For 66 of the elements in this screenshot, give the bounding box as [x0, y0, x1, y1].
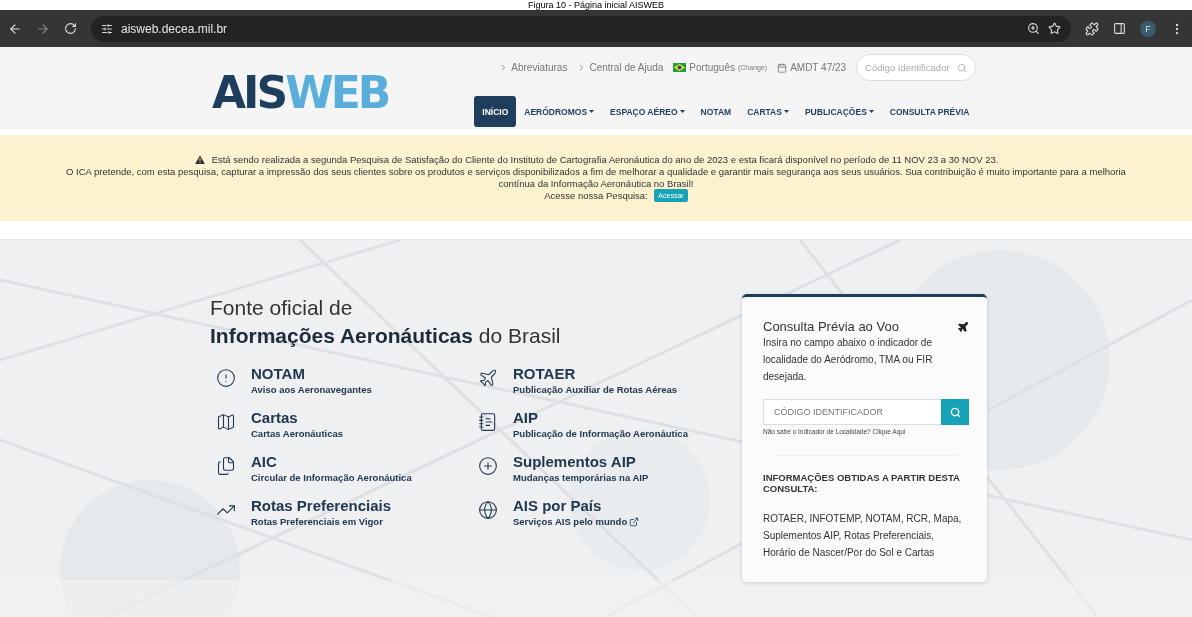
- nav-tab[interactable]: NOTAM: [692, 96, 740, 127]
- service-description: Publicação Auxiliar de Rotas Aéreas: [513, 383, 678, 397]
- site-settings-icon[interactable]: [101, 22, 113, 35]
- service-description: Mudanças temporárias na AIP: [513, 471, 649, 485]
- zoom-icon[interactable]: [1027, 22, 1040, 35]
- service-link[interactable]: ROTAER: [513, 366, 678, 382]
- nav-tab[interactable]: ESPAÇO AÉREO: [602, 96, 693, 127]
- search-button[interactable]: [941, 399, 969, 425]
- nav-tab[interactable]: CARTAS: [739, 96, 797, 127]
- notice-text: O ICA pretende, com esta pesquisa, capturar a impressão dos seus clientes sobre os produtos e serviços disponibilizados a fim de melhorar a qualidade e garantir mais segurança aos seus usuários. Sua contribuição é muito importante para a melhoria contínua da Informação Aeronáutica no Brasil!: [65, 166, 1127, 190]
- nav-tab[interactable]: INÍCIO: [474, 96, 517, 127]
- service-description: Publicação de Informação Aeronáutica: [513, 427, 688, 441]
- logo[interactable]: AISWEB: [212, 67, 389, 130]
- caret-icon: [589, 110, 595, 113]
- card-description: Insira no campo abaixo o indicador de localidade do Aeródromo, TMA ou FIR desejada.: [763, 336, 934, 384]
- caret-icon: [868, 110, 874, 113]
- code-input[interactable]: CÓDIGO IDENTIFICADOR: [763, 399, 941, 425]
- service-link[interactable]: NOTAM: [251, 366, 372, 382]
- search-icon: [957, 62, 968, 73]
- hero-title: Informações Aeronáuticas do Brasil: [210, 324, 562, 348]
- map-icon[interactable]: [216, 412, 236, 432]
- reload-icon[interactable]: [64, 22, 77, 35]
- warning-icon: [193, 154, 206, 166]
- service-link[interactable]: Suplementos AIP: [513, 454, 649, 470]
- service-link[interactable]: Rotas Preferenciais: [251, 498, 392, 514]
- plus-circle-icon[interactable]: [478, 456, 498, 476]
- bookmark-star-icon[interactable]: [1048, 22, 1061, 35]
- plane-icon: [957, 320, 969, 333]
- survey-prompt: Acesse nossa Pesquisa:: [544, 190, 648, 202]
- top-link[interactable]: Central de Ajuda: [589, 62, 664, 73]
- notice-text: Está sendo realizada a segunda Pesquisa de Satisfação do Cliente do Instituto de Cartografia Aeronáutica do ano de 2023 e esta ficará disponível no período de 11 NOV 23 a 30 NOV 23.: [211, 154, 999, 166]
- external-link-icon: [629, 517, 640, 527]
- notebook-icon[interactable]: [478, 412, 498, 432]
- documents-icon[interactable]: [216, 456, 236, 476]
- info-text: ROTAER, INFOTEMP, NOTAM, RCR, Mapa, Suplementos AIP, Rotas Preferenciais, Horário de Nascer/Por do Sol e Cartas: [763, 512, 963, 560]
- flag-icon: [673, 63, 687, 72]
- forward-icon[interactable]: [36, 21, 50, 36]
- search-icon: [949, 406, 961, 418]
- card-title: Consulta Prévia ao Voo: [763, 319, 899, 334]
- service-link[interactable]: Cartas: [251, 410, 344, 426]
- service-description: Aviso aos Aeronavegantes: [251, 383, 372, 397]
- exclamation-circle-icon[interactable]: [216, 368, 236, 388]
- nav-tab[interactable]: CONSULTA PRÉVIA: [881, 96, 978, 127]
- globe-icon[interactable]: [478, 500, 498, 520]
- service-link[interactable]: AIP: [513, 410, 688, 426]
- service-link[interactable]: AIC: [251, 454, 412, 470]
- info-heading: INFORMAÇÕES OBTIDAS A PARTIR DESTA CONSULTA:: [763, 472, 961, 494]
- service-link[interactable]: AIS por País: [513, 498, 640, 514]
- extensions-icon[interactable]: [1085, 21, 1099, 36]
- plane-icon[interactable]: [478, 368, 498, 388]
- caret-icon: [679, 110, 685, 113]
- side-panel-icon[interactable]: [1113, 22, 1126, 35]
- nav-tab[interactable]: PUBLICAÇÕES: [796, 96, 882, 127]
- service-description: Rotas Preferenciais em Vigor: [251, 515, 383, 529]
- amendment-label: AMDT 47/23: [790, 62, 847, 73]
- back-icon[interactable]: [8, 21, 22, 36]
- top-link[interactable]: Abreviaturas: [511, 62, 568, 73]
- service-description: Circular de Informação Aeronáutica: [251, 471, 412, 485]
- service-description: Serviços AIS pelo mundo: [513, 515, 628, 529]
- profile-avatar[interactable]: F: [1140, 20, 1156, 37]
- nav-tab[interactable]: AERÓDROMOS: [516, 96, 603, 127]
- hero-title: Fonte oficial de: [210, 296, 354, 320]
- language-label: Português: [689, 62, 735, 73]
- caret-icon: [783, 110, 789, 113]
- service-description: Cartas Aeronáuticas: [251, 427, 344, 441]
- calendar-icon: [777, 62, 788, 73]
